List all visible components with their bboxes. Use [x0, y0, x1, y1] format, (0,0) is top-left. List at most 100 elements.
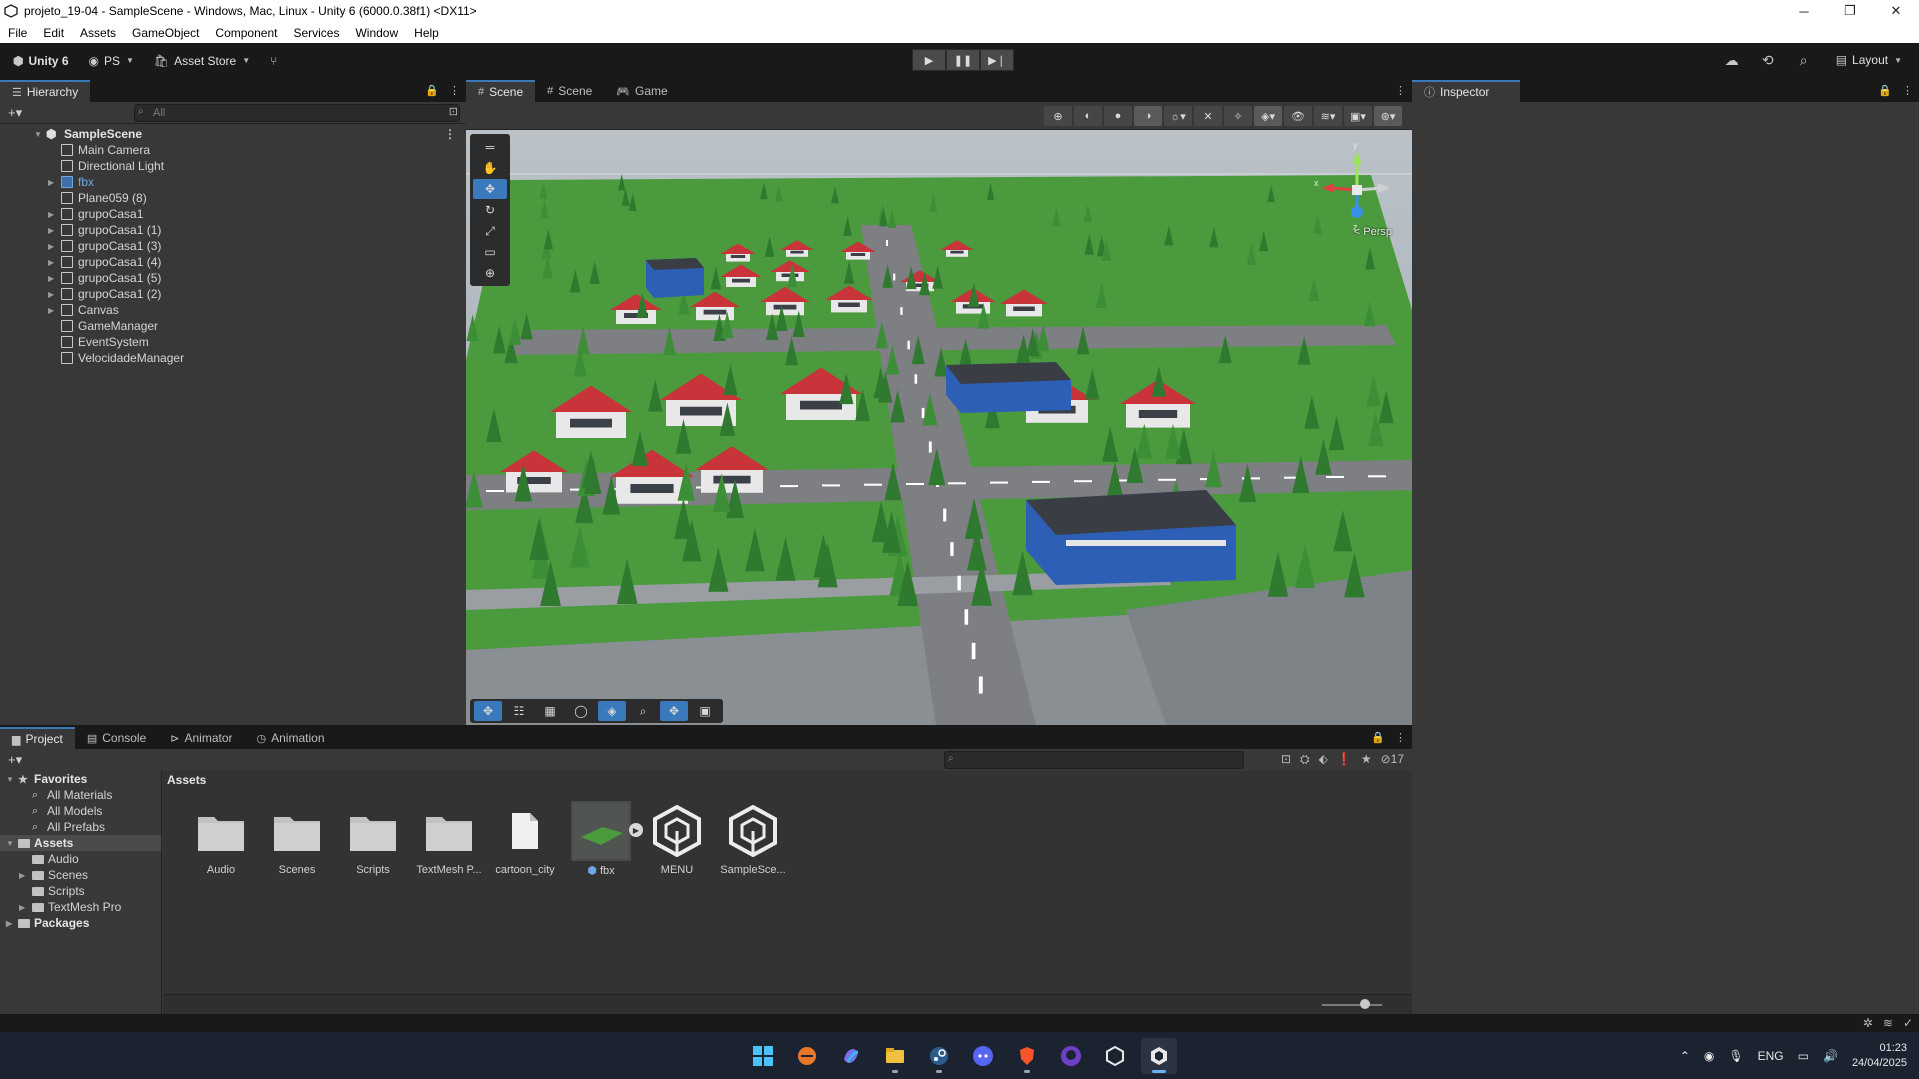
brave-browser-icon[interactable]: [1009, 1038, 1045, 1074]
favorites-header[interactable]: ▼ ★ Favorites: [0, 771, 161, 787]
packages-folder-header[interactable]: ▶ Packages: [0, 915, 161, 931]
fx-dropdown-icon[interactable]: ◈▾: [1254, 106, 1282, 126]
version-control-button[interactable]: ⑂: [263, 50, 289, 72]
perspective-toggle[interactable]: < Persp: [1354, 226, 1392, 238]
tab-animation[interactable]: ◷ Animation: [245, 727, 337, 749]
drag-handle-icon[interactable]: ═: [473, 137, 507, 157]
lock-icon[interactable]: 🔒: [1371, 731, 1385, 744]
tab-scene[interactable]: # Scene: [466, 80, 536, 102]
gizmo-toggle-icon[interactable]: ⊕: [1044, 106, 1072, 126]
close-button[interactable]: ✕: [1873, 0, 1919, 22]
hierarchy-item[interactable]: ▶ grupoCasa1 (1): [0, 222, 466, 238]
minimize-button[interactable]: ─: [1781, 0, 1827, 22]
hierarchy-item[interactable]: Plane059 (8): [0, 190, 466, 206]
tab-game[interactable]: 🎮 Game: [604, 80, 679, 102]
account-dropdown[interactable]: ⬢ Unity 6: [6, 50, 76, 72]
rotate-tool-icon[interactable]: ↻: [473, 200, 507, 220]
project-tree-folder[interactable]: ▶ TextMesh Pro: [0, 899, 161, 915]
hierarchy-item[interactable]: ▶ Canvas: [0, 302, 466, 318]
tab-scene-2[interactable]: # Scene: [535, 80, 604, 102]
scale-tool-icon[interactable]: ⤢: [473, 221, 507, 241]
asset-tile[interactable]: SampleSce...: [715, 801, 791, 877]
menu-edit[interactable]: Edit: [35, 26, 72, 40]
restore-button[interactable]: ❐: [1827, 0, 1873, 22]
more-menu-icon[interactable]: ⋮: [1395, 731, 1406, 744]
unity-editor-icon[interactable]: [1141, 1038, 1177, 1074]
hierarchy-item[interactable]: Main Camera: [0, 142, 466, 158]
tab-hierarchy[interactable]: ☰ Hierarchy: [0, 80, 91, 102]
layers-status-icon[interactable]: ≋: [1883, 1016, 1893, 1030]
expand-arrow-icon[interactable]: ▶: [19, 903, 25, 912]
menu-window[interactable]: Window: [347, 26, 406, 40]
microphone-icon[interactable]: 🎙: [1728, 1049, 1743, 1063]
layers-icon[interactable]: ≋▾: [1314, 106, 1342, 126]
zoom-icon[interactable]: ⌕: [629, 701, 657, 721]
thumbnail-size-slider[interactable]: [1322, 1004, 1382, 1006]
hierarchy-item[interactable]: ▶ grupoCasa1 (2): [0, 286, 466, 302]
rect-tool-icon[interactable]: ▭: [473, 242, 507, 262]
pan-icon[interactable]: ✥: [660, 701, 688, 721]
network-icon[interactable]: ▭: [1798, 1049, 1809, 1063]
chevron-up-icon[interactable]: ⌃: [1680, 1049, 1690, 1063]
camera-preview-icon[interactable]: ▣: [691, 701, 719, 721]
language-indicator[interactable]: ENG: [1758, 1049, 1784, 1063]
search-scope-icon[interactable]: ⊡: [1281, 752, 1291, 767]
audio-toggle-icon[interactable]: ✕: [1194, 106, 1222, 126]
expand-arrow-icon[interactable]: ▶: [48, 290, 54, 299]
menu-component[interactable]: Component: [207, 26, 285, 40]
expand-model-icon[interactable]: ▶: [629, 823, 643, 837]
play-button[interactable]: ▶: [912, 49, 946, 71]
camera-icon[interactable]: ▣▾: [1344, 106, 1372, 126]
shading-lit-icon[interactable]: ◑: [1134, 106, 1162, 126]
hierarchy-item[interactable]: EventSystem: [0, 334, 466, 350]
cloud-icon[interactable]: ☁: [1721, 49, 1743, 71]
shading-shaded-icon[interactable]: ●: [1104, 106, 1132, 126]
file-explorer-icon[interactable]: [877, 1038, 913, 1074]
tab-inspector[interactable]: ⓘ Inspector: [1412, 80, 1520, 102]
expand-arrow-icon[interactable]: ▼: [6, 775, 14, 784]
shading-wireframe-icon[interactable]: ◐: [1074, 106, 1102, 126]
expand-arrow-icon[interactable]: ▶: [48, 226, 54, 235]
expand-arrow-icon[interactable]: ▶: [48, 274, 54, 283]
discord-icon[interactable]: [965, 1038, 1001, 1074]
lock-icon[interactable]: 🔒: [1878, 84, 1892, 97]
menu-services[interactable]: Services: [285, 26, 347, 40]
hand-tool-icon[interactable]: ✋: [473, 158, 507, 178]
move-gizmo-icon[interactable]: ✥: [474, 701, 502, 721]
ps-dropdown[interactable]: ◉ PS ▼: [82, 50, 141, 72]
menu-gameobject[interactable]: GameObject: [124, 26, 207, 40]
create-asset-button[interactable]: +▾: [8, 752, 22, 768]
launcher-app-icon[interactable]: [789, 1038, 825, 1074]
tab-project[interactable]: ▆ Project: [0, 727, 75, 749]
favorite-search-item[interactable]: ⌕ All Models: [0, 803, 161, 819]
more-menu-icon[interactable]: ⋮: [1902, 84, 1913, 97]
project-tree-folder[interactable]: Audio: [0, 851, 161, 867]
copilot-icon[interactable]: [833, 1038, 869, 1074]
gizmos-dropdown-icon[interactable]: ⊛▾: [1374, 106, 1402, 126]
menu-assets[interactable]: Assets: [72, 26, 124, 40]
layout-dropdown[interactable]: ▤ Layout ▼: [1829, 49, 1909, 71]
create-button[interactable]: +▾: [8, 105, 22, 121]
volume-icon[interactable]: 🔊: [1823, 1049, 1838, 1063]
scene-viewport[interactable]: ═ ✋ ✥ ↻ ⤢ ▭ ⊕ ✥ ☷ ▦ ◯ ◈ ⌕ ✥ ▣ y x z < Pe…: [466, 130, 1412, 725]
unity-hub-icon[interactable]: [1097, 1038, 1133, 1074]
favorite-search-item[interactable]: ⌕ All Prefabs: [0, 819, 161, 835]
project-tree-folder[interactable]: Scripts: [0, 883, 161, 899]
history-icon[interactable]: ⟲: [1757, 49, 1779, 71]
project-tree-folder[interactable]: ▶ Scenes: [0, 867, 161, 883]
navigation-icon[interactable]: ◈: [598, 701, 626, 721]
expand-arrow-icon[interactable]: ▶: [48, 242, 54, 251]
expand-arrow-icon[interactable]: ▶: [19, 871, 25, 880]
discord-tray-icon[interactable]: ◉: [1704, 1049, 1714, 1063]
asset-tile[interactable]: Scenes: [259, 801, 335, 877]
hierarchy-item[interactable]: Directional Light: [0, 158, 466, 174]
expand-arrow-icon[interactable]: ▶: [48, 210, 54, 219]
expand-arrow-icon[interactable]: ▶: [6, 919, 12, 928]
debug-bug-icon[interactable]: ✲: [1863, 1016, 1873, 1030]
asset-store-button[interactable]: 🛍 Asset Store ▼: [147, 50, 257, 72]
expand-arrow-icon[interactable]: ▼: [6, 839, 14, 848]
move-tool-icon[interactable]: ✥: [473, 179, 507, 199]
tab-console[interactable]: ▤ Console: [75, 727, 158, 749]
menu-help[interactable]: Help: [406, 26, 447, 40]
pause-button[interactable]: ❚❚: [946, 49, 980, 71]
